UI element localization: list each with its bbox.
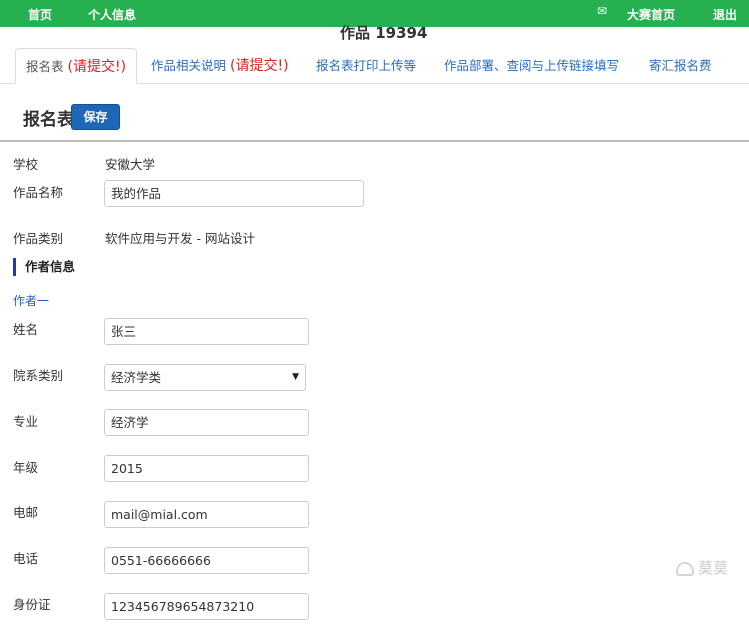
department-select[interactable]: 经济学类 ▼: [104, 364, 306, 391]
department-label: 院系类别: [13, 368, 64, 383]
watermark: 莫莫: [676, 557, 728, 578]
watermark-logo-icon: [676, 561, 694, 576]
work-name-input[interactable]: 我的作品: [104, 180, 364, 207]
watermark-text: 莫莫: [698, 559, 729, 577]
save-button[interactable]: 保存: [71, 104, 120, 130]
nav-contest-home-link[interactable]: 大赛首页: [627, 6, 675, 23]
tab-required-note: (请提交!): [67, 59, 127, 75]
phone-input[interactable]: 0551-66666666: [104, 547, 309, 574]
name-label: 姓名: [13, 322, 39, 337]
nav-home-link[interactable]: 首页: [28, 6, 52, 23]
major-label: 专业: [13, 414, 39, 429]
tab-label: 作品部署、查阅与上传链接填写: [444, 58, 620, 73]
author-info-heading: 作者信息: [13, 258, 75, 276]
phone-label: 电话: [13, 551, 39, 566]
tab-work-description[interactable]: 作品相关说明 (请提交!): [151, 48, 289, 84]
tab-label: 作品相关说明: [151, 58, 227, 73]
tab-registration-fee[interactable]: 寄汇报名费: [649, 48, 712, 84]
id-card-label: 身份证: [13, 597, 51, 612]
tab-required-note: (请提交!): [230, 58, 289, 74]
section-divider: [0, 140, 749, 142]
category-label: 作品类别: [13, 231, 64, 246]
email-input[interactable]: mail@mial.com: [104, 501, 309, 528]
work-name-label: 作品名称: [13, 185, 64, 200]
nav-profile-link[interactable]: 个人信息: [88, 6, 136, 23]
school-value: 安徽大学: [105, 157, 156, 172]
tab-bar: 报名表 (请提交!) 作品相关说明 (请提交!) 报名表打印上传等 作品部署、查…: [0, 48, 749, 84]
tab-registration-form[interactable]: 报名表 (请提交!): [15, 48, 138, 84]
nav-logout-link[interactable]: 退出: [713, 6, 737, 23]
major-input[interactable]: 经济学: [104, 409, 309, 436]
mail-icon[interactable]: ✉: [597, 4, 607, 18]
dropdown-arrow-icon: ▼: [292, 372, 299, 382]
grade-input[interactable]: 2015: [104, 455, 309, 482]
section-title: 报名表: [23, 110, 74, 130]
department-selected-value: 经济学类: [111, 370, 162, 385]
name-input[interactable]: 张三: [104, 318, 309, 345]
tab-label: 报名表: [26, 59, 64, 74]
school-label: 学校: [13, 157, 39, 172]
tab-deploy-links[interactable]: 作品部署、查阅与上传链接填写: [444, 48, 619, 84]
id-card-input[interactable]: 123456789654873210: [104, 593, 309, 620]
tab-label: 报名表打印上传等: [316, 58, 417, 73]
author-one-heading: 作者一: [13, 294, 50, 308]
work-title: 作品 19394: [340, 24, 428, 42]
tab-print-upload[interactable]: 报名表打印上传等: [316, 48, 416, 84]
category-value: 软件应用与开发 - 网站设计: [105, 231, 255, 246]
email-label: 电邮: [13, 505, 39, 520]
tab-label: 寄汇报名费: [649, 58, 712, 73]
grade-label: 年级: [13, 460, 39, 475]
